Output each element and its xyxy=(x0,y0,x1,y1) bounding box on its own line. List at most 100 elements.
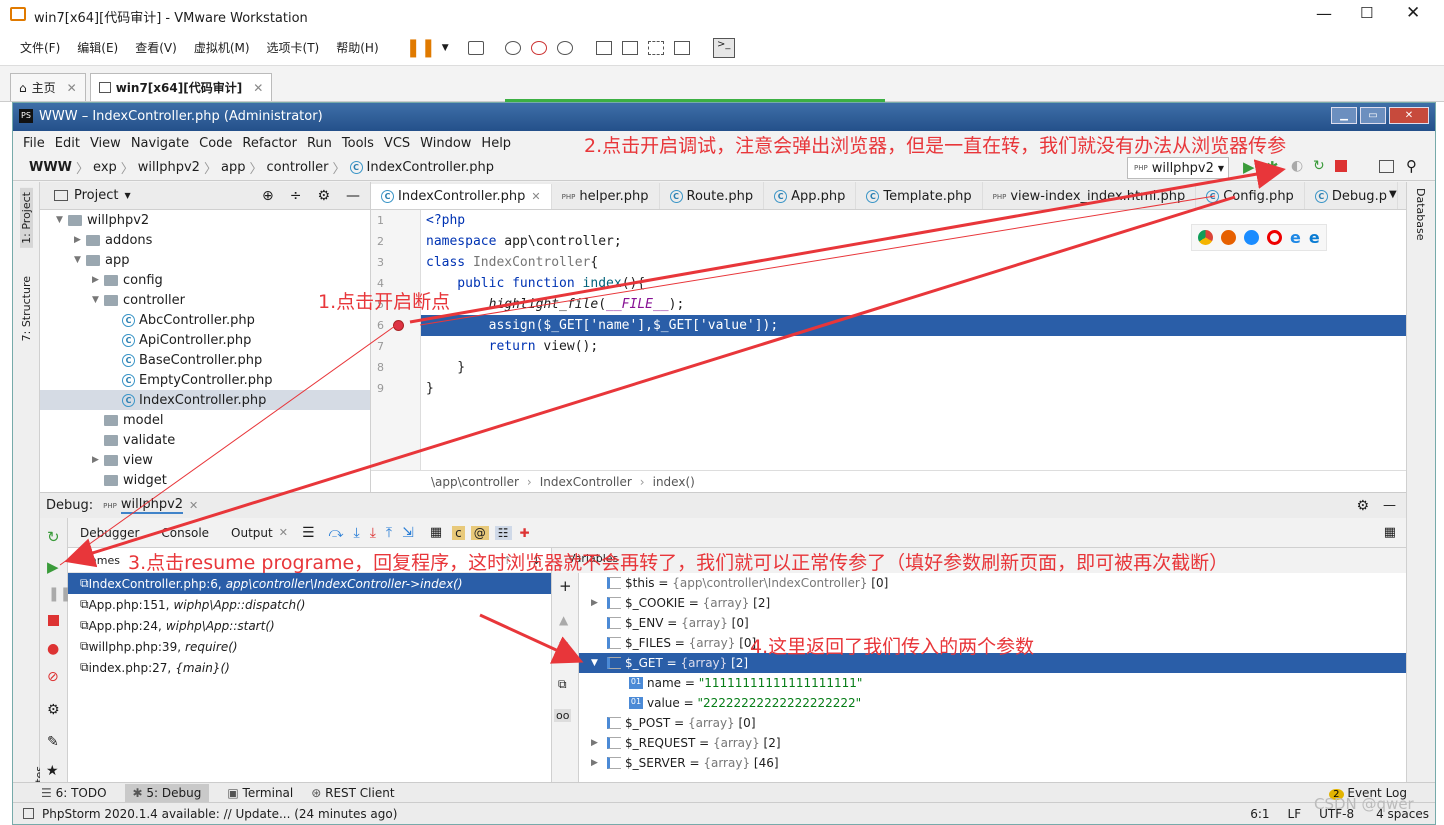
chevron-right-icon[interactable]: ▶ xyxy=(591,598,607,608)
menu-navigate[interactable]: Navigate xyxy=(131,136,189,151)
vm-menu-tabs[interactable]: 选项卡(T) xyxy=(267,39,320,56)
tree-item[interactable]: C BaseController.php xyxy=(40,350,370,370)
add-icon[interactable]: + xyxy=(559,577,572,595)
breadcrumb-item[interactable]: willphpv2 xyxy=(138,160,200,175)
editor-tab[interactable]: C IndexController.php ✕ xyxy=(371,183,552,209)
tab-close-icon[interactable]: ✕ xyxy=(67,81,77,95)
tab-close-icon[interactable]: ✕ xyxy=(279,526,288,539)
tree-item[interactable]: ▶ addons xyxy=(40,230,370,250)
tab-terminal[interactable]: ▣ Terminal xyxy=(227,786,293,800)
ide-close-icon[interactable]: ✕ xyxy=(1389,107,1429,124)
variable-row[interactable]: ▶ $_REQUEST = {array} [2] xyxy=(579,733,1406,753)
gear-icon[interactable]: ⚙ xyxy=(47,702,60,718)
variable-row[interactable]: $_POST = {array} [0] xyxy=(579,713,1406,733)
locate-icon[interactable]: ⊕ xyxy=(262,188,274,204)
tab-debug[interactable]: ✱ 5: Debug xyxy=(124,783,210,802)
sidebar-toggle-icon[interactable] xyxy=(595,40,612,55)
vm-menu-edit[interactable]: 编辑(E) xyxy=(77,39,118,56)
editor-tab[interactable]: C App.php xyxy=(764,182,857,209)
variable-row[interactable]: 01 name = "11111111111111111111" xyxy=(579,673,1406,693)
tab-debugger[interactable]: Debugger xyxy=(80,526,139,540)
step-into-icon[interactable]: ⤓ xyxy=(353,525,359,541)
menu-help[interactable]: Help xyxy=(481,136,511,151)
ide-minimize-icon[interactable]: ▁ xyxy=(1331,107,1357,124)
stop-icon[interactable] xyxy=(1335,160,1347,172)
ie-icon[interactable]: e xyxy=(1290,228,1301,247)
layout-icon[interactable] xyxy=(1379,160,1394,173)
close-icon[interactable]: ✕ xyxy=(1406,3,1420,23)
tab-close-icon[interactable]: ✕ xyxy=(189,499,198,512)
glasses-icon[interactable]: oo xyxy=(554,709,572,722)
add-watch-icon[interactable]: ✚ xyxy=(520,526,530,540)
run-to-cursor-icon[interactable]: ⇲ xyxy=(402,525,414,541)
tabs-dropdown-icon[interactable]: ▼ xyxy=(1389,189,1397,200)
chevron-right-icon[interactable]: ▶ xyxy=(591,758,607,768)
project-tool-tab[interactable]: 1: Project xyxy=(20,188,33,248)
layout-icon[interactable]: ▦ xyxy=(1384,525,1396,540)
tree-item[interactable]: C ApiController.php xyxy=(40,330,370,350)
copy-icon[interactable]: ⧉ xyxy=(558,677,567,692)
chevron-right-icon[interactable]: ▶ xyxy=(92,455,104,465)
menu-refactor[interactable]: Refactor xyxy=(242,136,297,151)
rerun-icon[interactable]: ↻ xyxy=(47,528,60,546)
mute-breakpoints-icon[interactable]: ⊘ xyxy=(47,669,59,685)
tree-item[interactable]: C IndexController.php xyxy=(40,390,370,410)
frame-row[interactable]: ⧉ willphp.php:39, require() xyxy=(68,636,551,657)
debug-icon[interactable]: ✱ xyxy=(1266,158,1279,176)
tab-close-icon[interactable]: ✕ xyxy=(531,190,540,203)
tree-item[interactable]: model xyxy=(40,410,370,430)
search-icon[interactable]: ⚲ xyxy=(1406,157,1417,175)
chrome-icon[interactable] xyxy=(1198,230,1213,245)
gear-icon[interactable]: ⚙ xyxy=(317,188,330,204)
tab-vm[interactable]: win7[x64][代码审计] ✕ xyxy=(89,73,273,101)
editor-tab[interactable]: PHP view-index_index.html.php xyxy=(983,182,1197,209)
database-tool-tab[interactable]: Database xyxy=(1414,188,1427,241)
stop-icon[interactable] xyxy=(48,615,59,626)
tree-item[interactable]: widget xyxy=(40,470,370,490)
frame-row[interactable]: ⧉ App.php:24, wiphp\App::start() xyxy=(68,615,551,636)
vm-menu-vm[interactable]: 虚拟机(M) xyxy=(194,39,250,56)
tree-item[interactable]: C EmptyController.php xyxy=(40,370,370,390)
menu-tools[interactable]: Tools xyxy=(342,136,374,151)
breadcrumb-item[interactable]: WWW xyxy=(29,160,72,175)
vm-menu-help[interactable]: 帮助(H) xyxy=(336,39,378,56)
console-view-icon[interactable]: >_ xyxy=(712,37,735,58)
breadcrumb-item[interactable]: exp xyxy=(93,160,117,175)
chevron-down-icon[interactable]: ▼ xyxy=(74,255,86,265)
collapse-icon[interactable]: ÷ xyxy=(290,188,302,204)
arrow-up-icon[interactable]: ▲ xyxy=(559,613,568,627)
force-step-into-icon[interactable]: ⤓ xyxy=(370,525,376,541)
tab-close-icon[interactable]: ✕ xyxy=(253,81,263,95)
editor-tab[interactable]: PHP helper.php xyxy=(552,182,660,209)
vm-menu-view[interactable]: 查看(V) xyxy=(135,39,177,56)
tree-item[interactable]: ▼ willphpv2 xyxy=(40,210,370,230)
breadcrumb-item[interactable]: controller xyxy=(266,160,328,175)
menu-window[interactable]: Window xyxy=(420,136,471,151)
menu-file[interactable]: File xyxy=(23,136,45,151)
unity-icon[interactable] xyxy=(673,40,690,55)
maximize-icon[interactable]: ☐ xyxy=(1360,4,1373,22)
hide-icon[interactable]: — xyxy=(346,188,360,204)
vm-menu-file[interactable]: 文件(F) xyxy=(20,39,60,56)
chevron-down-icon[interactable]: ▼ xyxy=(124,191,130,200)
status-message[interactable]: PhpStorm 2020.1.4 available: // Update..… xyxy=(42,807,397,821)
editor-tab[interactable]: C Route.php xyxy=(660,182,765,209)
breakpoint-icon[interactable] xyxy=(393,320,404,331)
step-out-icon[interactable]: ⤒ xyxy=(386,525,392,541)
menu-vcs[interactable]: VCS xyxy=(384,136,410,151)
breadcrumb-item[interactable]: IndexController.php xyxy=(367,160,494,175)
run-icon[interactable]: ▶ xyxy=(1243,158,1255,176)
structure-tool-tab[interactable]: 7: Structure xyxy=(20,276,33,341)
step-over-icon[interactable]: ⤼ xyxy=(329,525,344,541)
view-breakpoints-icon[interactable]: ● xyxy=(47,641,59,657)
gear-icon[interactable]: ⚙ xyxy=(1356,498,1369,514)
line-number[interactable]: 6 xyxy=(371,315,420,336)
debug-session-tab[interactable]: willphpv2 xyxy=(120,497,184,514)
chevron-down-icon[interactable]: ▼ xyxy=(56,215,68,225)
chevron-down-icon[interactable]: ▼ xyxy=(92,295,104,305)
tab-output[interactable]: Output xyxy=(231,526,273,540)
firefox-icon[interactable] xyxy=(1221,230,1236,245)
menu-run[interactable]: Run xyxy=(307,136,332,151)
chevron-right-icon[interactable]: ▶ xyxy=(591,738,607,748)
menu-code[interactable]: Code xyxy=(199,136,232,151)
